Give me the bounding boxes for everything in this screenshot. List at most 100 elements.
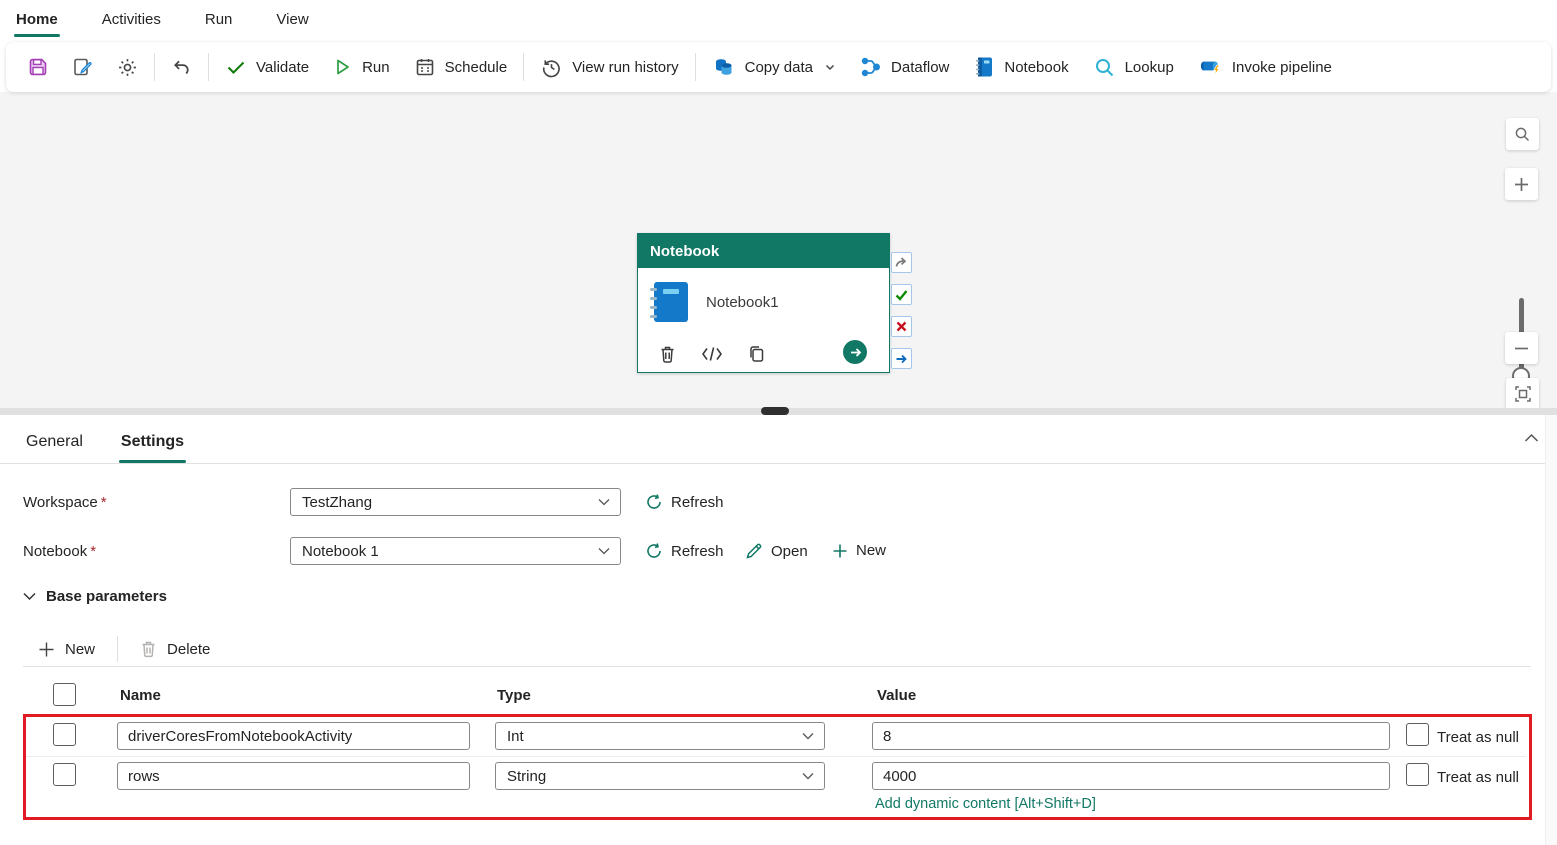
- parameter-value-input[interactable]: [872, 762, 1390, 790]
- new-parameter-label: New: [65, 640, 96, 658]
- add-next-activity-button[interactable]: [843, 340, 867, 364]
- pipeline-canvas[interactable]: Notebook Notebook1: [0, 92, 1557, 424]
- workspace-label: Workspace *: [23, 494, 107, 511]
- canvas-search-button[interactable]: [1506, 118, 1539, 150]
- parameter-type-dropdown[interactable]: String: [495, 762, 825, 790]
- edit-code-icon[interactable]: [701, 346, 723, 362]
- skip-connector[interactable]: [891, 252, 912, 273]
- panel-splitter[interactable]: [0, 407, 1557, 415]
- tab-general[interactable]: General: [24, 425, 85, 463]
- chevron-down-icon: [824, 61, 836, 73]
- undo-button[interactable]: [159, 49, 204, 85]
- chevron-down-icon: [598, 547, 610, 555]
- column-header-value: Value: [877, 687, 917, 704]
- invoke-pipeline-button[interactable]: Invoke pipeline: [1186, 49, 1344, 85]
- toolbar-separator: [154, 53, 155, 81]
- chevron-down-icon: [802, 732, 814, 740]
- activity-name: Notebook1: [706, 293, 779, 311]
- lookup-label: Lookup: [1124, 58, 1174, 76]
- treat-as-null-checkbox[interactable]: [1406, 763, 1429, 786]
- calendar-icon: [414, 56, 436, 78]
- parameter-type-value: String: [507, 767, 547, 785]
- undo-icon: [170, 56, 193, 79]
- notebook-activity-icon: [650, 282, 688, 322]
- completion-connector[interactable]: [891, 348, 912, 369]
- parameter-name-input[interactable]: [117, 722, 470, 750]
- column-header-type: Type: [497, 687, 531, 704]
- menu-tab-activities[interactable]: Activities: [100, 2, 163, 37]
- view-run-history-label: View run history: [572, 58, 679, 76]
- activity-type-label: Notebook: [650, 242, 720, 260]
- notebook-open-button[interactable]: Open: [745, 542, 808, 560]
- notebook-icon: [973, 55, 995, 79]
- workspace-dropdown[interactable]: TestZhang: [290, 488, 621, 516]
- clone-activity-icon[interactable]: [747, 344, 766, 364]
- parameter-type-value: Int: [507, 727, 524, 745]
- run-play-icon: [333, 57, 353, 77]
- notebook-label: Notebook *: [23, 543, 97, 560]
- schedule-button[interactable]: Schedule: [402, 49, 520, 85]
- settings-button[interactable]: [105, 49, 150, 85]
- tab-settings[interactable]: Settings: [118, 425, 187, 463]
- edit-document-icon: [71, 56, 94, 79]
- workspace-refresh-button[interactable]: Refresh: [645, 493, 724, 511]
- fit-to-screen-button[interactable]: [1506, 378, 1539, 410]
- table-top-divider: [23, 666, 1531, 667]
- treat-as-null-label: Treat as null: [1437, 769, 1519, 786]
- lookup-button[interactable]: Lookup: [1081, 49, 1186, 85]
- notebook-refresh-button[interactable]: Refresh: [645, 542, 724, 560]
- notebook-open-label: Open: [771, 542, 808, 560]
- delete-parameter-button[interactable]: Delete: [132, 640, 218, 658]
- validate-button[interactable]: Validate: [213, 49, 321, 85]
- new-parameter-button[interactable]: New: [30, 641, 103, 658]
- copy-data-button[interactable]: Copy data: [700, 49, 848, 85]
- toolbar-separator: [694, 53, 696, 81]
- schedule-label: Schedule: [444, 58, 508, 76]
- delete-activity-icon[interactable]: [658, 344, 677, 364]
- collapse-panel-button[interactable]: [1524, 433, 1539, 443]
- add-dynamic-content-link[interactable]: Add dynamic content [Alt+Shift+D]: [875, 796, 1096, 812]
- parameters-command-bar: New Delete: [30, 634, 218, 664]
- row-checkbox[interactable]: [53, 763, 76, 786]
- select-all-checkbox[interactable]: [53, 683, 76, 706]
- panel-scrollbar[interactable]: [1545, 415, 1557, 845]
- panel-divider: [0, 463, 1557, 464]
- fail-connector[interactable]: [891, 316, 912, 337]
- invoke-pipeline-label: Invoke pipeline: [1231, 58, 1332, 76]
- base-parameters-title: Base parameters: [46, 588, 167, 605]
- zoom-out-button[interactable]: [1505, 332, 1538, 364]
- treat-as-null-checkbox[interactable]: [1406, 723, 1429, 746]
- row-checkbox[interactable]: [53, 723, 76, 746]
- activity-card-body: Notebook1: [638, 268, 889, 322]
- parameter-value-input[interactable]: [872, 722, 1390, 750]
- dataflow-label: Dataflow: [891, 58, 950, 76]
- notebook-tool-button[interactable]: Notebook: [961, 49, 1080, 85]
- parameter-type-dropdown[interactable]: Int: [495, 722, 825, 750]
- notebook-dropdown[interactable]: Notebook 1: [290, 537, 621, 565]
- rename-button[interactable]: [60, 49, 105, 85]
- base-parameters-header[interactable]: Base parameters: [23, 588, 167, 605]
- dataflow-branch-icon: [860, 56, 882, 78]
- menu-tab-view[interactable]: View: [274, 2, 310, 37]
- view-run-history-button[interactable]: View run history: [528, 49, 690, 85]
- splitter-drag-handle[interactable]: [761, 407, 789, 415]
- zoom-in-button[interactable]: [1505, 168, 1538, 200]
- workspace-dropdown-value: TestZhang: [302, 493, 373, 511]
- refresh-icon: [645, 493, 663, 511]
- run-button[interactable]: Run: [321, 49, 402, 85]
- notebook-activity-card[interactable]: Notebook Notebook1: [637, 233, 890, 373]
- pencil-icon: [745, 542, 763, 560]
- treat-as-null-label: Treat as null: [1437, 729, 1519, 746]
- notebook-new-button[interactable]: New: [832, 542, 886, 559]
- save-button[interactable]: [16, 49, 60, 85]
- delete-parameter-label: Delete: [167, 640, 211, 658]
- activity-card-footer: [638, 340, 889, 364]
- success-connector[interactable]: [891, 284, 912, 305]
- menu-tab-run[interactable]: Run: [203, 2, 235, 37]
- dataflow-button[interactable]: Dataflow: [848, 49, 961, 85]
- parameter-name-input[interactable]: [117, 762, 470, 790]
- menu-tab-home[interactable]: Home: [14, 2, 60, 37]
- chevron-down-icon: [23, 592, 36, 601]
- menu-bar: Home Activities Run View: [0, 0, 1557, 38]
- notebook-refresh-label: Refresh: [671, 542, 724, 560]
